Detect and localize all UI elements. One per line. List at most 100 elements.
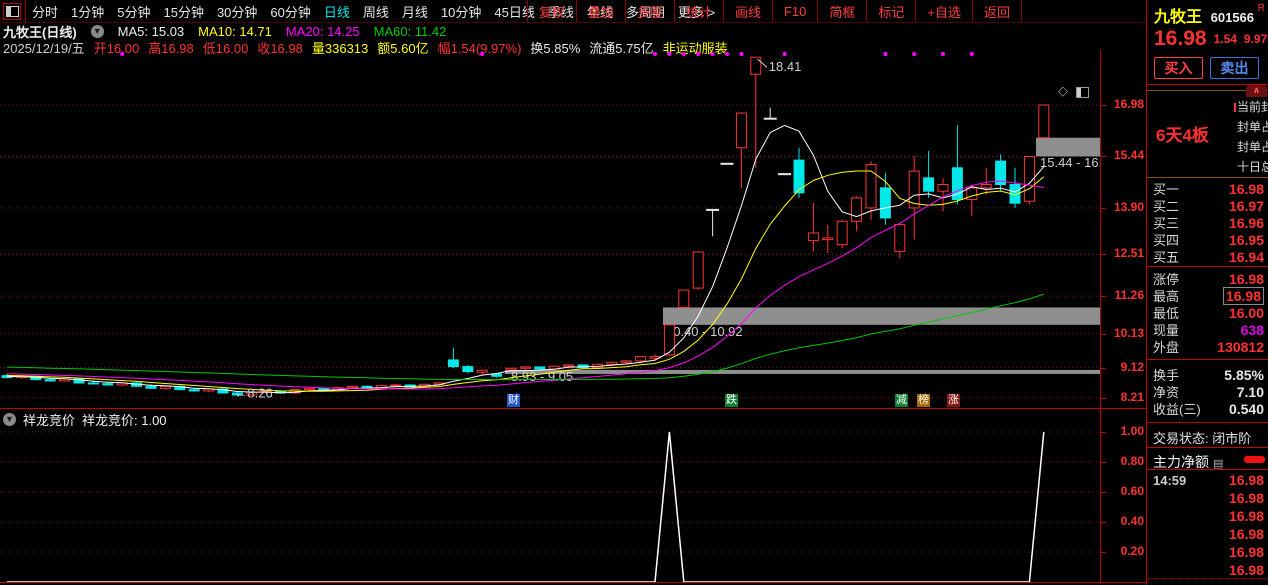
toolbar-button-2[interactable]: 多股 <box>625 0 674 22</box>
chart-corner-icons: ◇ <box>1058 83 1089 99</box>
sell-button[interactable]: 卖出 <box>1210 57 1259 79</box>
stat-value: 16.00 <box>1229 305 1264 321</box>
signal-dot <box>120 52 124 56</box>
toolbar-button-9[interactable]: 返回 <box>972 0 1022 22</box>
tab-period-8[interactable]: 月线 <box>402 2 428 21</box>
event-marker-涨[interactable]: 涨 <box>947 394 960 407</box>
axis-border <box>1100 50 1101 583</box>
bid-table: 买一16.98买二16.97买三16.96买四16.95买五16.94 <box>1147 180 1268 265</box>
candle-body <box>391 385 401 386</box>
price-axis-label: 12.51 <box>1102 246 1144 261</box>
signal-dot <box>696 52 700 56</box>
seal-info-lines: 当前封封单占封单占十日总 <box>1237 97 1268 177</box>
ma-label-1: MA5: 15.03 <box>118 24 185 39</box>
tick-price: 16.98 <box>1229 472 1264 488</box>
tab-period-3[interactable]: 15分钟 <box>163 2 203 21</box>
candle-body <box>45 380 55 381</box>
toolbar-button-4[interactable]: 画线 <box>723 0 772 22</box>
tab-period-9[interactable]: 10分钟 <box>441 2 481 21</box>
candle-body <box>621 361 631 362</box>
diamond-marker-icon[interactable]: ◇ <box>1058 83 1068 99</box>
toolbar-button-5[interactable]: F10 <box>772 0 817 22</box>
candle-body <box>607 362 617 364</box>
price-axis-label: 16.98 <box>1102 97 1144 112</box>
price-axis-label: 10.13 <box>1102 326 1144 341</box>
stat-table: 涨停16.98最高16.98最低16.00现量638外盘130812 <box>1147 270 1268 355</box>
sub-indicator-header: ▼ 祥龙竞价 祥龙竞价: 1.00 <box>3 410 167 429</box>
tick-row-2: 16.98 <box>1147 507 1268 525</box>
toolbar-button-0[interactable]: 复权 <box>527 0 576 22</box>
last-price: 16.98 <box>1154 27 1207 51</box>
signal-dot <box>912 52 916 56</box>
bid-row-2[interactable]: 买二16.97 <box>1147 197 1268 214</box>
candle-body <box>88 383 98 384</box>
buy-button[interactable]: 买入 <box>1154 57 1203 79</box>
tab-period-6[interactable]: 日线 <box>324 2 350 21</box>
seal-indicator-icon <box>1234 103 1236 112</box>
collapse-tab-icon[interactable]: ∧ <box>1246 85 1267 97</box>
candle-body <box>304 388 314 389</box>
info-row-换手: 换手5.85% <box>1147 366 1268 383</box>
info-value: 0.540 <box>1229 401 1264 417</box>
signal-dot <box>970 52 974 56</box>
chevron-down-icon[interactable]: ▼ <box>3 413 16 426</box>
sub-indicator-line <box>7 432 1044 582</box>
bid-row-4[interactable]: 买四16.95 <box>1147 231 1268 248</box>
candle-body <box>348 386 358 387</box>
signal-dot <box>653 52 657 56</box>
sub-axis-label: 1.00 <box>1102 424 1144 439</box>
tick-row-0: 14:5916.98 <box>1147 471 1268 489</box>
ma-label-2: MA10: 14.71 <box>198 24 272 39</box>
event-marker-榜[interactable]: 榜 <box>917 394 930 407</box>
toolbar-button-8[interactable]: +自选 <box>915 0 972 22</box>
event-marker-减[interactable]: 减 <box>895 394 908 407</box>
price-axis-label: 9.12 <box>1102 360 1144 375</box>
tab-period-0[interactable]: 分时 <box>32 2 58 21</box>
info-label: 收益(三) <box>1153 399 1201 418</box>
window-split-icon[interactable] <box>1076 87 1089 98</box>
sub-indicator-chart[interactable] <box>0 430 1100 582</box>
chevron-down-icon[interactable]: ▼ <box>91 25 104 38</box>
event-marker-财[interactable]: 财 <box>507 394 520 407</box>
ma-label-4: MA60: 11.42 <box>374 24 447 39</box>
layout-panel-icon[interactable] <box>3 3 21 20</box>
divider <box>1147 469 1268 470</box>
dotted-divider <box>1148 578 1267 579</box>
tab-period-4[interactable]: 30分钟 <box>217 2 257 21</box>
info-value: 7.10 <box>1237 384 1264 400</box>
bid-price: 16.95 <box>1229 232 1264 248</box>
toolbar-button-1[interactable]: 叠加 <box>576 0 625 22</box>
seal-line-1: 封单占 <box>1237 117 1268 137</box>
candle-body <box>981 185 991 188</box>
tick-price: 16.98 <box>1229 508 1264 524</box>
price-change-pct: 9.97% <box>1244 32 1268 46</box>
stat-value: 16.98 <box>1229 271 1264 287</box>
bid-row-5[interactable]: 买五16.94 <box>1147 248 1268 265</box>
tick-price: 16.98 <box>1229 544 1264 560</box>
top-toolbar: 分时1分钟5分钟15分钟30分钟60分钟日线周线月线10分钟45日线季线年线多周… <box>0 0 1146 23</box>
bid-row-1[interactable]: 买一16.98 <box>1147 180 1268 197</box>
candle-body <box>751 57 761 74</box>
info-row-净资: 净资7.10 <box>1147 383 1268 400</box>
candle-body <box>837 221 847 244</box>
toolbar-button-7[interactable]: 标记 <box>866 0 915 22</box>
toolbar-button-6[interactable]: 简框 <box>817 0 866 22</box>
sub-indicator-name[interactable]: 祥龙竞价 <box>23 410 75 429</box>
candlestick-chart[interactable]: 8.93 - 9.0510.40 - 10.9215.44 - 16.0018.… <box>0 50 1100 408</box>
stat-row-最高: 最高16.98 <box>1147 287 1268 304</box>
tab-period-5[interactable]: 60分钟 <box>270 2 310 21</box>
bid-row-3[interactable]: 买三16.96 <box>1147 214 1268 231</box>
sub-axis-label: 0.40 <box>1102 514 1144 529</box>
tab-period-7[interactable]: 周线 <box>363 2 389 21</box>
tab-period-1[interactable]: 1分钟 <box>71 2 104 21</box>
tick-row-5: 16.98 <box>1147 561 1268 579</box>
tick-price: 16.98 <box>1229 526 1264 542</box>
event-marker-跌[interactable]: 跌 <box>725 394 738 407</box>
split-pane-icon <box>6 6 19 17</box>
panel-divider <box>0 408 1147 409</box>
toolbar-button-3[interactable]: 统计 <box>674 0 723 22</box>
info-value: 5.85% <box>1224 367 1264 383</box>
tab-period-2[interactable]: 5分钟 <box>117 2 150 21</box>
seal-line-2: 封单占 <box>1237 137 1268 157</box>
limit-up-streak-badge: 6天4板 <box>1156 121 1209 146</box>
